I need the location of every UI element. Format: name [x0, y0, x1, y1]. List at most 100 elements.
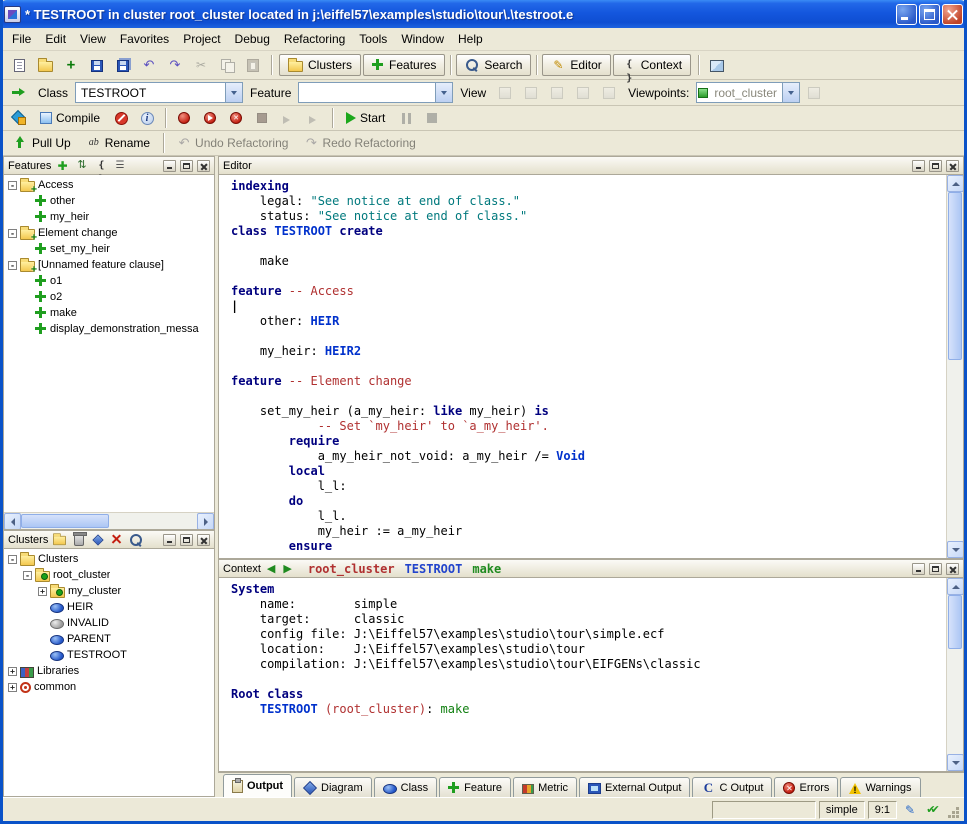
feature-sort-button[interactable]	[74, 159, 89, 173]
clusters-minimize-button[interactable]	[163, 534, 176, 546]
tree-item-o2[interactable]: o2	[4, 289, 214, 305]
tab-output[interactable]: Output	[223, 774, 292, 797]
clusters-panel-titlebar[interactable]: Clusters	[3, 530, 215, 549]
view-basic-button[interactable]	[493, 82, 517, 104]
features-panel-titlebar[interactable]: Features	[3, 156, 215, 175]
add-cluster-button[interactable]	[52, 533, 67, 547]
close-button[interactable]	[942, 4, 963, 25]
menu-view[interactable]: View	[73, 29, 113, 49]
feature-combo[interactable]	[298, 82, 453, 103]
tree-item-common[interactable]: +common	[4, 679, 214, 695]
tab-c-output[interactable]: CC Output	[692, 777, 772, 797]
toggle-editor[interactable]: Editor	[542, 54, 610, 76]
tree-item-o1[interactable]: o1	[4, 273, 214, 289]
view-flat-interface-button[interactable]	[597, 82, 621, 104]
history-forward-button[interactable]: ▶	[281, 562, 293, 575]
scroll-right-button[interactable]	[197, 513, 214, 530]
context-maximize-button[interactable]	[929, 563, 942, 575]
context-close-button[interactable]	[946, 563, 959, 575]
maximize-button[interactable]	[919, 4, 940, 25]
expand-toggle[interactable]: -	[8, 229, 17, 238]
title-bar[interactable]: * TESTROOT in cluster root_cluster locat…	[0, 0, 967, 28]
menu-help[interactable]: Help	[451, 29, 490, 49]
toggle-features[interactable]: Features	[363, 54, 445, 76]
viewpoints-combo-arrow[interactable]	[782, 83, 799, 102]
cut-button[interactable]	[189, 54, 213, 76]
scroll-thumb[interactable]	[948, 192, 962, 360]
editor-panel-titlebar[interactable]: Editor	[218, 156, 964, 175]
context-output-area[interactable]: System name: simple target: classic conf…	[219, 578, 946, 771]
scroll-up-button[interactable]	[947, 578, 964, 595]
viewpoints-tool-button[interactable]	[802, 82, 826, 104]
tree-item-invalid[interactable]: INVALID	[4, 615, 214, 631]
editor-maximize-button[interactable]	[929, 160, 942, 172]
scroll-thumb[interactable]	[21, 514, 109, 528]
copy-button[interactable]	[215, 54, 239, 76]
tree-item-testroot[interactable]: TESTROOT	[4, 647, 214, 663]
class-combo-arrow[interactable]	[225, 83, 242, 102]
menu-window[interactable]: Window	[394, 29, 451, 49]
tab-warnings[interactable]: Warnings	[840, 777, 920, 797]
expand-toggle[interactable]: +	[8, 667, 17, 676]
diagram-view-button[interactable]	[90, 533, 105, 547]
redo-button[interactable]	[163, 54, 187, 76]
features-horizontal-scrollbar[interactable]	[4, 512, 214, 529]
menu-file[interactable]: File	[5, 29, 38, 49]
scroll-up-button[interactable]	[947, 175, 964, 192]
view-interface-button[interactable]	[571, 82, 595, 104]
feature-list-button[interactable]	[112, 159, 127, 173]
tab-errors[interactable]: Errors	[774, 777, 838, 797]
scroll-thumb[interactable]	[948, 595, 962, 649]
tree-item-display-demonstration-messa[interactable]: display_demonstration_messa	[4, 321, 214, 337]
tree-item-set-my-heir[interactable]: set_my_heir	[4, 241, 214, 257]
editor-code-area[interactable]: indexing legal: "See notice at end of cl…	[219, 175, 946, 558]
tree-item-my-cluster[interactable]: +my_cluster	[4, 583, 214, 599]
expand-toggle[interactable]: -	[8, 555, 17, 564]
debug-run-ignore-button[interactable]	[198, 107, 222, 129]
minimize-button[interactable]	[896, 4, 917, 25]
tree-item-element-change[interactable]: -Element change	[4, 225, 214, 241]
editor-close-button[interactable]	[946, 160, 959, 172]
cancel-compile-button[interactable]	[109, 107, 133, 129]
expand-toggle[interactable]: -	[23, 571, 32, 580]
menu-tools[interactable]: Tools	[352, 29, 394, 49]
paste-button[interactable]	[241, 54, 265, 76]
context-vertical-scrollbar[interactable]	[946, 578, 963, 771]
new-tab-button[interactable]	[59, 54, 83, 76]
menu-debug[interactable]: Debug	[228, 29, 277, 49]
search-cluster-button[interactable]	[128, 533, 143, 547]
history-back-button[interactable]: ◀	[265, 562, 277, 575]
tab-metric[interactable]: Metric	[513, 777, 577, 797]
expand-toggle[interactable]: +	[8, 683, 17, 692]
view-flat-button[interactable]	[545, 82, 569, 104]
remove-item-button[interactable]	[109, 533, 124, 547]
scroll-track[interactable]	[947, 192, 963, 541]
feature-combo-arrow[interactable]	[435, 83, 452, 102]
start-button[interactable]: Start	[339, 107, 392, 129]
tree-item-my-heir[interactable]: my_heir	[4, 209, 214, 225]
debug-run-button[interactable]	[172, 107, 196, 129]
tree-item-other[interactable]: other	[4, 193, 214, 209]
undo-button[interactable]	[137, 54, 161, 76]
resize-grip[interactable]	[946, 805, 960, 819]
tree-item-make[interactable]: make	[4, 305, 214, 321]
features-maximize-button[interactable]	[180, 160, 193, 172]
redo-refactoring-button[interactable]: Redo Refactoring	[297, 132, 422, 154]
toggle-clusters[interactable]: Clusters	[279, 54, 361, 76]
feature-new-button[interactable]	[55, 159, 70, 173]
clusters-maximize-button[interactable]	[180, 534, 193, 546]
breadcrumb-make[interactable]: make	[472, 562, 501, 576]
stop-button[interactable]	[420, 107, 444, 129]
menu-edit[interactable]: Edit	[38, 29, 73, 49]
tree-item-clusters[interactable]: -Clusters	[4, 551, 214, 567]
expand-toggle[interactable]: +	[38, 587, 47, 596]
feature-signature-button[interactable]	[93, 159, 108, 173]
save-all-button[interactable]	[111, 54, 135, 76]
new-window-button[interactable]	[7, 54, 31, 76]
compile-button[interactable]: Compile	[33, 107, 107, 129]
tab-class[interactable]: Class	[374, 777, 438, 797]
pause-button[interactable]	[394, 107, 418, 129]
tree-item-libraries[interactable]: +Libraries	[4, 663, 214, 679]
system-info-button[interactable]	[135, 107, 159, 129]
tab-diagram[interactable]: Diagram	[294, 777, 372, 797]
